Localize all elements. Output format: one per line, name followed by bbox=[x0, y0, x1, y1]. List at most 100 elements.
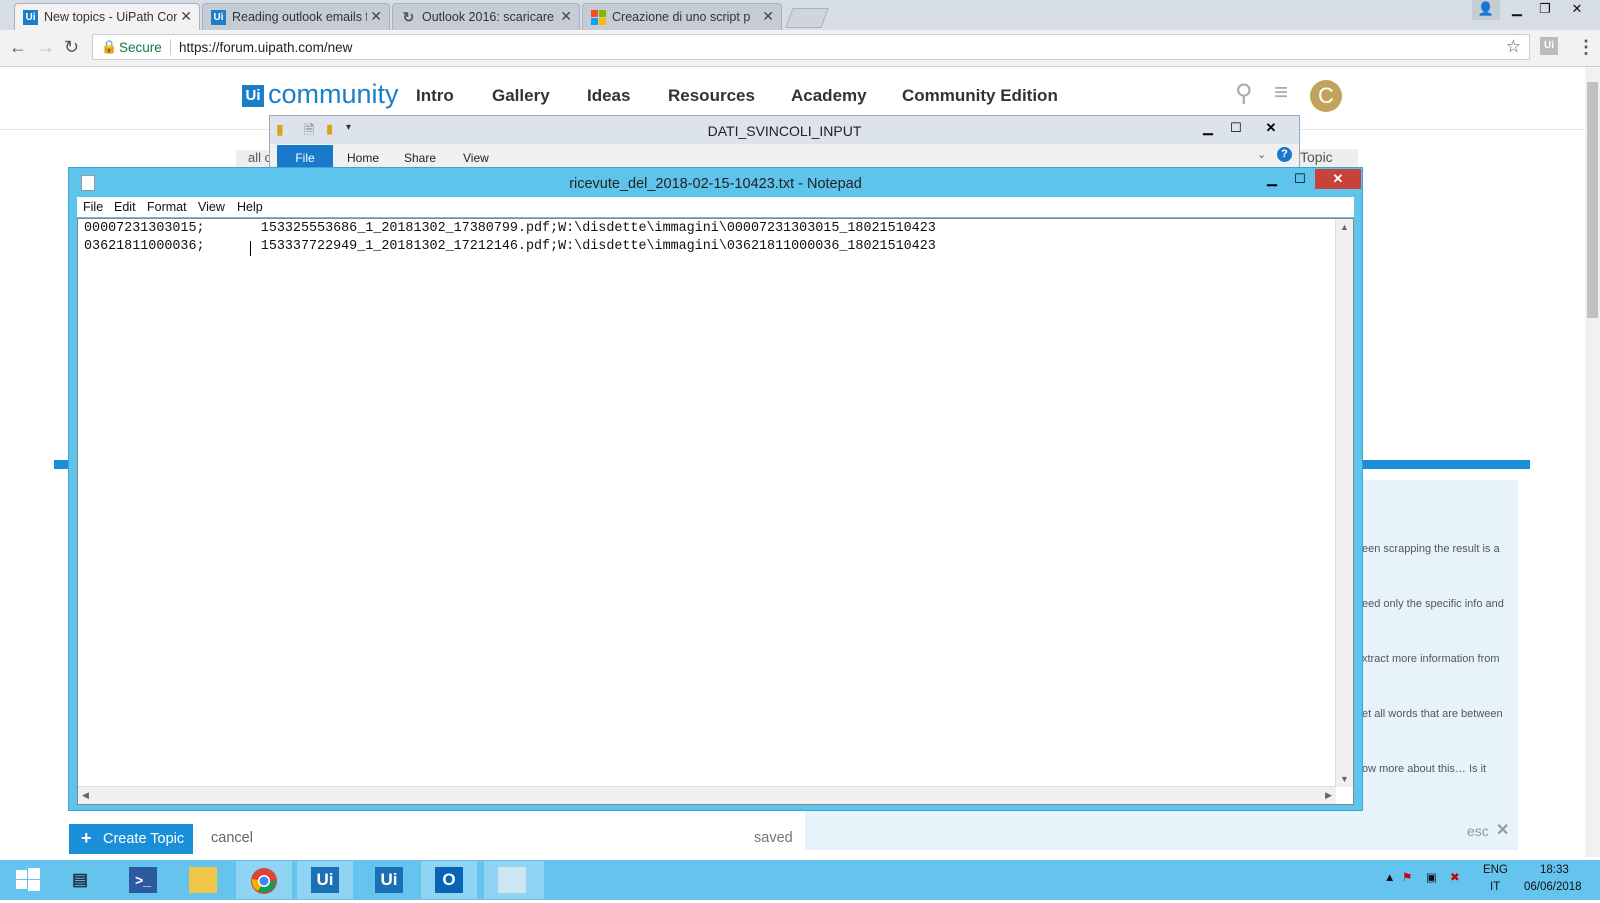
taskbar-chrome[interactable] bbox=[236, 861, 292, 899]
url-text[interactable]: https://forum.uipath.com/new bbox=[179, 40, 352, 55]
tab-title: Reading outlook emails f bbox=[232, 10, 367, 24]
tab-outlook-2016[interactable]: ↻ Outlook 2016: scaricare i ✕ bbox=[392, 3, 580, 30]
new-tab-button[interactable] bbox=[785, 8, 829, 28]
back-arrow-icon[interactable]: ← bbox=[9, 37, 27, 58]
explorer-titlebar[interactable]: ▮ 🗎 ▮ ▾ DATI_SVINCOLI_INPUT ▁ ☐ ✕ bbox=[270, 116, 1299, 144]
preview-text: ow more about this… Is it bbox=[1362, 763, 1487, 775]
lock-icon: 🔒 bbox=[101, 39, 118, 54]
close-tab-icon[interactable]: ✕ bbox=[762, 8, 774, 25]
cancel-link[interactable]: cancel bbox=[211, 830, 253, 846]
close-tab-icon[interactable]: ✕ bbox=[180, 8, 192, 25]
search-icon[interactable]: ⚲ bbox=[1235, 79, 1253, 108]
nav-academy[interactable]: Academy bbox=[791, 86, 867, 106]
microsoft-icon bbox=[591, 10, 606, 25]
notepad-text-area[interactable]: 00007231303015; 153325553686_1_20181302_… bbox=[77, 218, 1354, 805]
taskbar-file-explorer[interactable] bbox=[175, 861, 231, 899]
address-bar[interactable]: 🔒 Secure https://forum.uipath.com/new ☆ bbox=[92, 34, 1530, 60]
taskbar-server-manager[interactable]: ▤ bbox=[52, 861, 108, 899]
close-preview-icon[interactable]: ✕ bbox=[1496, 820, 1509, 840]
avatar[interactable]: C bbox=[1310, 80, 1342, 112]
tab-creazione-script[interactable]: Creazione di uno script p ✕ bbox=[582, 3, 782, 30]
scroll-right-arrow-icon[interactable]: ▶ bbox=[1325, 790, 1332, 801]
menu-edit[interactable]: Edit bbox=[114, 200, 136, 214]
ribbon-tab-share[interactable]: Share bbox=[404, 151, 436, 165]
minimize-button[interactable]: ▁ bbox=[1259, 169, 1285, 189]
nav-community-edition[interactable]: Community Edition bbox=[902, 86, 1058, 106]
uipath-logo-badge[interactable]: Ui bbox=[242, 85, 264, 107]
start-button[interactable] bbox=[0, 861, 56, 899]
tab-title: Outlook 2016: scaricare i bbox=[422, 10, 557, 24]
ribbon-expand-icon[interactable]: ⌄ bbox=[1257, 148, 1266, 161]
explorer-window: ▮ 🗎 ▮ ▾ DATI_SVINCOLI_INPUT ▁ ☐ ✕ File H… bbox=[269, 115, 1300, 172]
taskbar-uipath-robot[interactable]: Ui bbox=[361, 861, 417, 899]
keyboard-layout-indicator[interactable]: IT bbox=[1490, 881, 1500, 893]
close-window-button[interactable]: ✕ bbox=[1563, 0, 1591, 20]
hamburger-menu-icon[interactable]: ≡ bbox=[1274, 79, 1288, 107]
profile-icon[interactable]: 👤 bbox=[1472, 0, 1500, 20]
secure-label: Secure bbox=[119, 40, 162, 55]
saved-status: saved bbox=[754, 830, 793, 846]
outlook-icon: O bbox=[435, 867, 463, 893]
community-logo-text[interactable]: community bbox=[268, 79, 399, 110]
uipath-icon: Ui bbox=[211, 10, 226, 25]
preview-text: xtract more information from bbox=[1362, 653, 1500, 665]
network-icon[interactable]: ▣ bbox=[1426, 870, 1437, 884]
esc-label[interactable]: esc bbox=[1467, 823, 1489, 839]
tab-reading-outlook[interactable]: Ui Reading outlook emails f ✕ bbox=[202, 3, 390, 30]
taskbar-outlook[interactable]: O bbox=[421, 861, 477, 899]
show-hidden-icons-icon[interactable]: ▲ bbox=[1384, 872, 1395, 884]
minimize-button[interactable]: ▁ bbox=[1503, 0, 1531, 20]
uipath-extension-icon[interactable]: Ui bbox=[1540, 37, 1558, 55]
horizontal-scrollbar[interactable]: ◀ ▶ bbox=[78, 786, 1336, 804]
help-icon[interactable]: ? bbox=[1277, 147, 1292, 162]
menu-file[interactable]: File bbox=[83, 200, 103, 214]
explorer-title: DATI_SVINCOLI_INPUT bbox=[707, 123, 862, 139]
close-tab-icon[interactable]: ✕ bbox=[560, 8, 572, 25]
language-indicator[interactable]: ENG bbox=[1483, 864, 1508, 876]
restore-button[interactable]: ❐ bbox=[1531, 0, 1559, 20]
menu-view[interactable]: View bbox=[198, 200, 225, 214]
scroll-down-arrow-icon[interactable]: ▼ bbox=[1340, 774, 1349, 784]
scroll-up-arrow-icon[interactable]: ▲ bbox=[1340, 222, 1349, 232]
uipath-robot-icon: Ui bbox=[375, 867, 403, 893]
tab-new-topics[interactable]: Ui New topics - UiPath Com ✕ bbox=[14, 3, 200, 30]
scrollbar-thumb[interactable] bbox=[1587, 82, 1598, 318]
preview-text: eed only the specific info and bbox=[1362, 598, 1504, 610]
close-tab-icon[interactable]: ✕ bbox=[370, 8, 382, 25]
nav-ideas[interactable]: Ideas bbox=[587, 86, 630, 106]
chrome-icon bbox=[250, 867, 278, 894]
forward-arrow-icon[interactable]: → bbox=[37, 37, 55, 58]
bg-topic-fragment: Topic bbox=[1290, 149, 1358, 169]
create-topic-button[interactable]: + Create Topic bbox=[69, 824, 193, 854]
maximize-button[interactable]: ☐ bbox=[1287, 169, 1313, 189]
close-window-button[interactable]: ✕ bbox=[1315, 169, 1361, 189]
ribbon-tab-home[interactable]: Home bbox=[347, 151, 379, 165]
volume-icon[interactable]: ✖ bbox=[1450, 870, 1460, 884]
nav-resources[interactable]: Resources bbox=[668, 86, 755, 106]
preview-text: et all words that are between bbox=[1362, 708, 1503, 720]
vertical-scrollbar[interactable]: ▲ ▼ bbox=[1335, 219, 1353, 787]
minimize-button[interactable]: ▁ bbox=[1196, 118, 1220, 138]
nav-gallery[interactable]: Gallery bbox=[492, 86, 550, 106]
action-center-icon[interactable]: ⚑ bbox=[1402, 870, 1412, 884]
bookmark-star-icon[interactable]: ☆ bbox=[1506, 37, 1521, 57]
nav-intro[interactable]: Intro bbox=[416, 86, 454, 106]
taskbar-uipath-studio[interactable]: Ui bbox=[297, 861, 353, 899]
maximize-button[interactable]: ☐ bbox=[1224, 118, 1248, 138]
clock-time[interactable]: 18:33 bbox=[1540, 864, 1569, 876]
uipath-studio-icon: Ui bbox=[311, 867, 339, 893]
taskbar-powershell[interactable]: >_ bbox=[115, 861, 171, 899]
chrome-menu-icon[interactable]: ⋮ bbox=[1577, 37, 1595, 58]
close-window-button[interactable]: ✕ bbox=[1256, 118, 1286, 138]
scroll-left-arrow-icon[interactable]: ◀ bbox=[82, 790, 89, 801]
ribbon-tab-view[interactable]: View bbox=[463, 151, 489, 165]
menu-format[interactable]: Format bbox=[147, 200, 187, 214]
create-topic-label: Create Topic bbox=[103, 831, 185, 847]
taskbar-notepad[interactable] bbox=[484, 861, 544, 899]
text-line[interactable]: 00007231303015; 153325553686_1_20181302_… bbox=[84, 221, 936, 236]
text-line[interactable]: 03621811000036; 153337722949_1_20181302_… bbox=[84, 239, 936, 254]
menu-help[interactable]: Help bbox=[237, 200, 263, 214]
clock-date[interactable]: 06/06/2018 bbox=[1524, 881, 1582, 893]
reload-icon[interactable]: ↻ bbox=[64, 37, 79, 58]
page-scrollbar[interactable] bbox=[1585, 67, 1600, 857]
